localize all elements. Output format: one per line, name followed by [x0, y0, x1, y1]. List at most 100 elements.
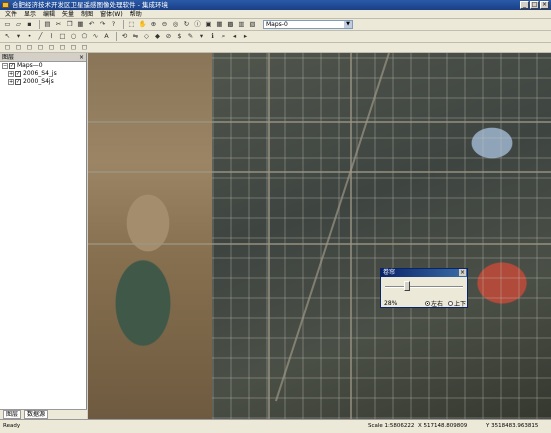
edit-clip-icon[interactable]: ◻ [58, 43, 67, 52]
text-icon[interactable]: A [102, 32, 111, 41]
status-scale: Scale 1:5806222 [368, 423, 415, 429]
pan-icon[interactable]: ✋ [138, 20, 147, 29]
map-road [350, 53, 352, 419]
map-selector[interactable]: Maps-0 ▼ [263, 20, 353, 29]
layer-item[interactable]: + ✓ 2006_S4_js [0, 70, 86, 78]
node-icon[interactable]: ◆ [153, 32, 162, 41]
save-icon[interactable]: ▪ [25, 20, 34, 29]
edit-vertex-icon[interactable]: ◻ [14, 43, 23, 52]
line-icon[interactable]: ╱ [36, 32, 45, 41]
print-icon[interactable]: ▤ [43, 20, 52, 29]
open-icon[interactable]: ▱ [14, 20, 23, 29]
flip-icon[interactable]: ⇋ [131, 32, 140, 41]
expand-icon[interactable]: + [8, 71, 14, 77]
table-icon[interactable]: ▦ [215, 20, 224, 29]
rectangle-icon[interactable]: □ [58, 32, 67, 41]
layers-panel-tabs: 图层 数据源 [0, 409, 87, 419]
layer-group[interactable]: − ✓ Maps—0 [0, 62, 86, 70]
menu-edit[interactable]: 编辑 [43, 10, 55, 19]
paste-icon[interactable]: ▦ [76, 20, 85, 29]
split-icon[interactable]: ⊘ [164, 32, 173, 41]
chevron-down-icon[interactable]: ▼ [344, 21, 352, 28]
minimize-button[interactable]: _ [520, 1, 529, 9]
menu-bar: 文件 显示 编辑 矢量 制图 窗体(W) 帮助 [0, 10, 551, 19]
menu-vector[interactable]: 矢量 [62, 10, 74, 19]
layer-icon[interactable]: ▣ [204, 20, 213, 29]
tab-layers[interactable]: 图层 [3, 410, 22, 419]
window-title: 合肥经济技术开发区卫星遥感图像处理软件 - 集成环境 [12, 1, 168, 9]
arrow-right-icon[interactable]: ▸ [241, 32, 250, 41]
rotate-icon[interactable]: ⟲ [120, 32, 129, 41]
cut-icon[interactable]: ✂ [54, 20, 63, 29]
map-road [268, 53, 270, 419]
polyline-icon[interactable]: ⌇ [47, 32, 56, 41]
toolbar-separator [123, 20, 124, 29]
full-extent-icon[interactable]: ◎ [171, 20, 180, 29]
expand-icon[interactable]: + [8, 79, 14, 85]
swipe-percent: 28% [384, 300, 398, 307]
map-selector-value: Maps-0 [266, 21, 288, 28]
zoom-out-icon[interactable]: ⊖ [160, 20, 169, 29]
snap-icon[interactable]: ◇ [142, 32, 151, 41]
edit-save-icon[interactable]: ◻ [80, 43, 89, 52]
layer-item[interactable]: + ✓ 2000_S4js [0, 78, 86, 86]
menu-view[interactable]: 显示 [24, 10, 36, 19]
close-button[interactable]: × [540, 1, 549, 9]
edit-move-icon[interactable]: ◻ [25, 43, 34, 52]
copy-icon[interactable]: ❐ [65, 20, 74, 29]
refresh-icon[interactable]: ↻ [182, 20, 191, 29]
redo-icon[interactable]: ↷ [98, 20, 107, 29]
maximize-button[interactable]: □ [530, 1, 539, 9]
app-icon [2, 2, 9, 8]
layer-checkbox[interactable]: ✓ [15, 79, 21, 85]
close-icon[interactable]: × [459, 269, 466, 276]
status-x-coordinate: X 517148.809809 [418, 423, 468, 429]
edit-start-icon[interactable]: ◻ [3, 43, 12, 52]
layer-checkbox[interactable]: ✓ [15, 71, 21, 77]
menu-help[interactable]: 帮助 [130, 10, 142, 19]
layer-group-checkbox[interactable]: ✓ [9, 63, 15, 69]
arrow-left-icon[interactable]: ◂ [230, 32, 239, 41]
menu-map[interactable]: 制图 [81, 10, 93, 19]
radio-up-down[interactable] [447, 301, 453, 306]
toolbar-separator [39, 20, 40, 29]
symbol-icon[interactable]: $ [175, 32, 184, 41]
select-icon[interactable]: ⬚ [127, 20, 136, 29]
new-icon[interactable]: ▭ [3, 20, 12, 29]
swipe-slider-track[interactable] [385, 286, 463, 288]
dropdown-icon[interactable]: ▾ [14, 32, 23, 41]
edit-merge-icon[interactable]: ◻ [47, 43, 56, 52]
radio-left-right[interactable] [424, 301, 430, 306]
collapse-icon[interactable]: − [2, 63, 8, 69]
status-bar: Ready Scale 1:5806222 X 517148.809809 Y … [0, 419, 551, 433]
satellite-image-2000 [88, 53, 212, 419]
zoom-in-icon[interactable]: ⊕ [149, 20, 158, 29]
menu-file[interactable]: 文件 [5, 10, 17, 19]
measure-icon[interactable]: ▧ [248, 20, 257, 29]
layer-group-label: Maps—0 [17, 62, 43, 69]
layer-label: 2000_S4js [23, 78, 54, 85]
info-icon[interactable]: ⓘ [193, 20, 202, 29]
ellipse-icon[interactable]: ○ [69, 32, 78, 41]
pen-icon[interactable]: ✎ [186, 32, 195, 41]
swipe-slider-thumb[interactable] [403, 281, 410, 291]
grid-icon[interactable]: ▩ [226, 20, 235, 29]
edit-delete-icon[interactable]: ◻ [36, 43, 45, 52]
map-view[interactable] [88, 53, 551, 419]
freehand-icon[interactable]: ∿ [91, 32, 100, 41]
edit-attr-icon[interactable]: ◻ [69, 43, 78, 52]
legend-icon[interactable]: ▥ [237, 20, 246, 29]
status-ready: Ready [3, 423, 21, 429]
dropdown-icon[interactable]: ▾ [197, 32, 206, 41]
layers-panel-header: 图层 × [0, 53, 86, 62]
identify-icon[interactable]: ℹ [208, 32, 217, 41]
help-icon[interactable]: ? [109, 20, 118, 29]
find-icon[interactable]: ⌕ [219, 32, 228, 41]
polygon-icon[interactable]: ⬠ [80, 32, 89, 41]
tab-datasource[interactable]: 数据源 [24, 410, 49, 419]
menu-window[interactable]: 窗体(W) [100, 10, 123, 19]
close-icon[interactable]: × [79, 53, 84, 62]
point-icon[interactable]: • [25, 32, 34, 41]
undo-icon[interactable]: ↶ [87, 20, 96, 29]
pointer-icon[interactable]: ↖ [3, 32, 12, 41]
